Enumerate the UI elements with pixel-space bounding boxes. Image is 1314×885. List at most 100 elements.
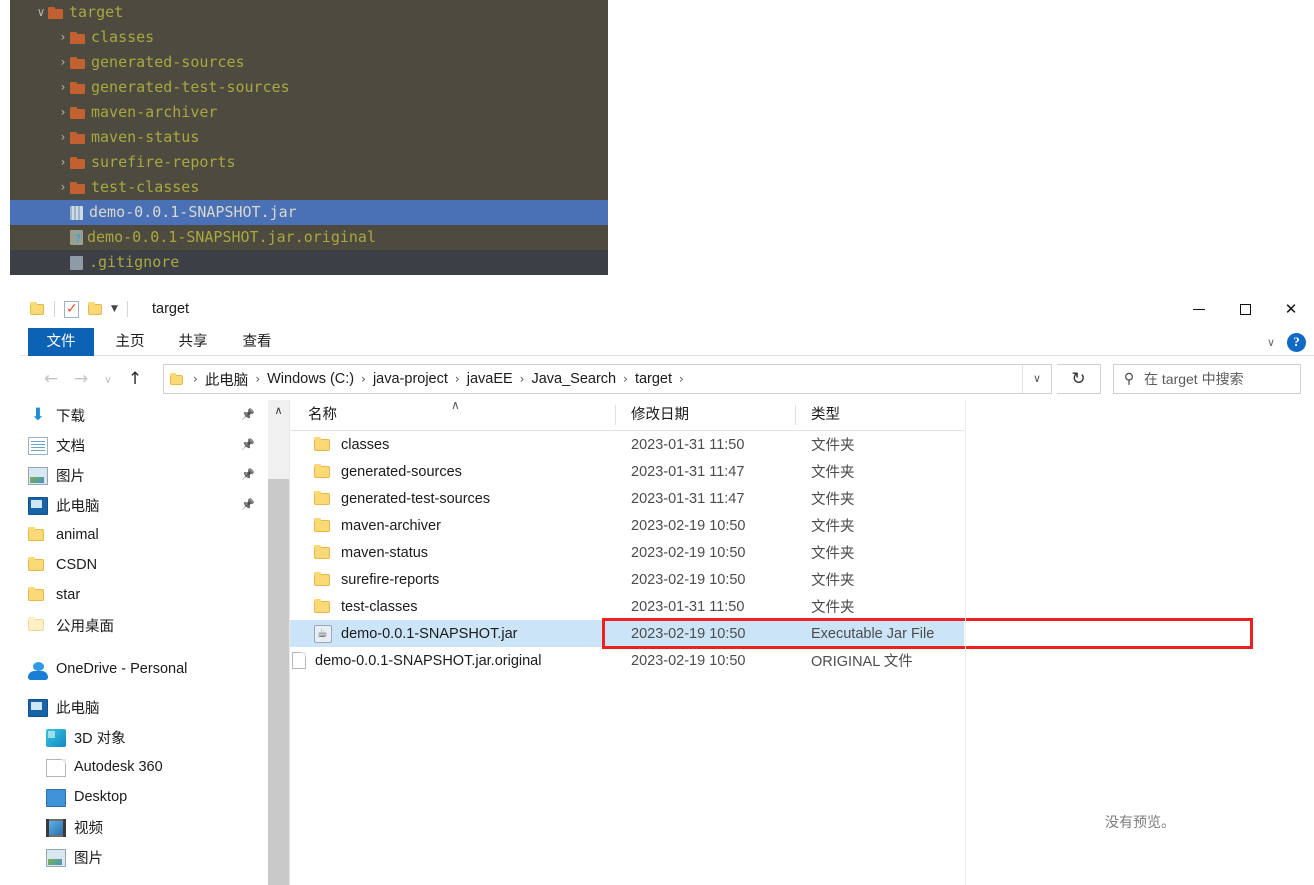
folder-icon[interactable] — [30, 302, 45, 316]
forward-button[interactable]: → — [66, 360, 96, 398]
nav-item[interactable]: 文档 📌 — [0, 430, 268, 460]
column-divider[interactable] — [795, 405, 796, 425]
nav-item[interactable]: 此电脑 — [0, 692, 268, 722]
table-row[interactable]: maven-status 2023-02-19 10:50 文件夹 — [290, 539, 964, 566]
ribbon-tab-1[interactable]: 主页 — [105, 328, 155, 356]
pin-icon[interactable]: 📌 — [241, 468, 255, 481]
ribbon-tab-0[interactable]: 文件 — [28, 328, 94, 356]
breadcrumb-item[interactable]: java-project — [372, 371, 449, 387]
ide-tree-row[interactable]: › maven-archiver — [10, 100, 608, 125]
pin-icon[interactable]: 📌 — [241, 408, 255, 421]
ribbon-tab-3[interactable]: 查看 — [232, 328, 282, 356]
nav-item[interactable]: Autodesk 360 — [0, 752, 268, 782]
ide-project-tree-panel[interactable]: ∨ target › classes › generated-sources › genera… — [10, 0, 608, 275]
column-header[interactable]: 名称 — [308, 400, 337, 430]
column-header[interactable]: 修改日期 — [631, 400, 689, 430]
nav-item[interactable]: 图片 — [0, 842, 268, 872]
table-row[interactable]: demo-0.0.1-SNAPSHOT.jar.original 2023-02-… — [290, 647, 964, 674]
chevron-right-icon[interactable]: › — [56, 50, 70, 75]
search-input[interactable]: 在 target 中搜索 — [1144, 369, 1244, 389]
nav-item[interactable]: ⬇ 下载 📌 — [0, 400, 268, 430]
table-row[interactable]: test-classes 2023-01-31 11:50 文件夹 — [290, 593, 964, 620]
properties-icon[interactable]: ✓ — [64, 300, 79, 318]
table-row[interactable]: surefire-reports 2023-02-19 10:50 文件夹 — [290, 566, 964, 593]
ide-tree-row[interactable]: › generated-test-sources — [10, 75, 608, 100]
chevron-right-icon[interactable]: › — [56, 150, 70, 175]
breadcrumb[interactable]: › 此电脑 › Windows (C:) › java-project › javaEE › Ja… — [164, 369, 1022, 390]
nav-item[interactable]: animal — [0, 520, 268, 550]
file-name: demo-0.0.1-SNAPSHOT.jar — [341, 625, 518, 642]
breadcrumb-item[interactable]: target — [634, 371, 673, 387]
nav-item[interactable]: 公用桌面 — [0, 610, 268, 640]
customize-caret-icon[interactable]: ▼ — [111, 304, 118, 314]
breadcrumb-item[interactable]: Windows (C:) — [266, 371, 355, 387]
chevron-right-icon[interactable]: › — [56, 175, 70, 200]
back-button[interactable]: ← — [36, 360, 66, 398]
nav-item[interactable]: 视频 — [0, 812, 268, 842]
ide-tree-row[interactable]: demo-0.0.1-SNAPSHOT.jar — [10, 200, 608, 225]
file-list-pane[interactable]: ∧ 名称 修改日期 类型 classes 2023-01-31 11:50 文件夹 gen… — [290, 398, 1253, 885]
breadcrumb-item[interactable]: Java_Search — [530, 371, 617, 387]
navigation-pane[interactable]: ⬇ 下载 📌 文档 📌 图片 📌 此电脑 📌 animal CSDN star 公用桌面 OneDrive… — [0, 400, 268, 885]
maximize-button[interactable] — [1222, 290, 1268, 328]
file-rows[interactable]: classes 2023-01-31 11:50 文件夹 generated-sour… — [290, 431, 964, 674]
chevron-right-icon[interactable]: › — [56, 25, 70, 50]
ide-tree-row[interactable]: ∨ target — [10, 0, 608, 25]
address-dropdown-icon[interactable]: ∨ — [1022, 365, 1051, 393]
refresh-button[interactable]: ↻ — [1057, 364, 1101, 394]
scroll-up-icon[interactable]: ∧ — [268, 400, 289, 420]
minimize-button[interactable] — [1176, 290, 1222, 328]
quick-access-toolbar[interactable]: ✓ ▼ — [30, 290, 137, 328]
breadcrumb-item[interactable]: javaEE — [466, 371, 514, 387]
pin-icon[interactable]: 📌 — [241, 438, 255, 451]
ide-tree-row[interactable]: .gitignore — [10, 250, 608, 275]
breadcrumb-separator: › — [454, 372, 460, 386]
folder-icon — [28, 557, 48, 575]
table-row[interactable]: generated-test-sources 2023-01-31 11:47 文件… — [290, 485, 964, 512]
pin-icon[interactable]: 📌 — [241, 498, 255, 511]
chevron-right-icon[interactable]: › — [56, 100, 70, 125]
nav-item[interactable]: OneDrive - Personal — [0, 654, 268, 684]
videos-icon — [46, 818, 66, 837]
chevron-down-icon[interactable]: ∨ — [1267, 336, 1275, 349]
ide-tree-row[interactable]: › maven-status — [10, 125, 608, 150]
scrollbar-thumb[interactable] — [268, 479, 289, 885]
nav-item[interactable]: 此电脑 📌 — [0, 490, 268, 520]
help-icon[interactable]: ? — [1287, 332, 1306, 352]
column-header[interactable]: 类型 — [811, 400, 840, 430]
navigation-scrollbar[interactable]: ∧ — [268, 400, 290, 885]
original-file-icon — [292, 652, 306, 669]
nav-item[interactable]: CSDN — [0, 550, 268, 580]
breadcrumb-separator: › — [255, 372, 261, 386]
address-bar[interactable]: › 此电脑 › Windows (C:) › java-project › javaEE › Ja… — [163, 364, 1052, 394]
ide-tree-row[interactable]: › classes — [10, 25, 608, 50]
ide-tree-row[interactable]: demo-0.0.1-SNAPSHOT.jar.original — [10, 225, 608, 250]
nav-item[interactable]: 图片 📌 — [0, 460, 268, 490]
table-row[interactable]: generated-sources 2023-01-31 11:47 文件夹 — [290, 458, 964, 485]
table-row[interactable]: classes 2023-01-31 11:50 文件夹 — [290, 431, 964, 458]
breadcrumb-separator[interactable]: › — [679, 372, 684, 386]
chevron-right-icon[interactable]: › — [56, 75, 70, 100]
recent-locations-button[interactable]: ∨ — [96, 360, 120, 398]
breadcrumb-separator: › — [361, 372, 366, 386]
ide-tree-label: demo-0.0.1-SNAPSHOT.jar — [89, 203, 297, 221]
new-folder-icon[interactable] — [88, 302, 103, 316]
ribbon-tab-2[interactable]: 共享 — [168, 328, 218, 356]
chevron-right-icon[interactable]: › — [56, 125, 70, 150]
search-box[interactable]: ⚲ 在 target 中搜索 — [1113, 364, 1301, 394]
nav-item[interactable]: star — [0, 580, 268, 610]
close-button[interactable]: ✕ — [1268, 290, 1314, 328]
column-divider[interactable] — [615, 405, 616, 425]
breadcrumb-item[interactable]: 此电脑 — [204, 369, 250, 390]
folder-icon — [70, 106, 85, 119]
table-row[interactable]: demo-0.0.1-SNAPSHOT.jar 2023-02-19 10:50 E… — [290, 620, 964, 647]
chevron-down-icon[interactable]: ∨ — [34, 0, 48, 25]
ide-tree-row[interactable]: › generated-sources — [10, 50, 608, 75]
table-row[interactable]: maven-archiver 2023-02-19 10:50 文件夹 — [290, 512, 964, 539]
ide-tree-row[interactable]: › surefire-reports — [10, 150, 608, 175]
ide-tree-row[interactable]: › test-classes — [10, 175, 608, 200]
nav-item[interactable]: 3D 对象 — [0, 722, 268, 752]
up-button[interactable]: ↑ — [120, 360, 150, 398]
nav-item[interactable]: Desktop — [0, 782, 268, 812]
ribbon-right-controls: ∨ ? — [1267, 328, 1306, 356]
